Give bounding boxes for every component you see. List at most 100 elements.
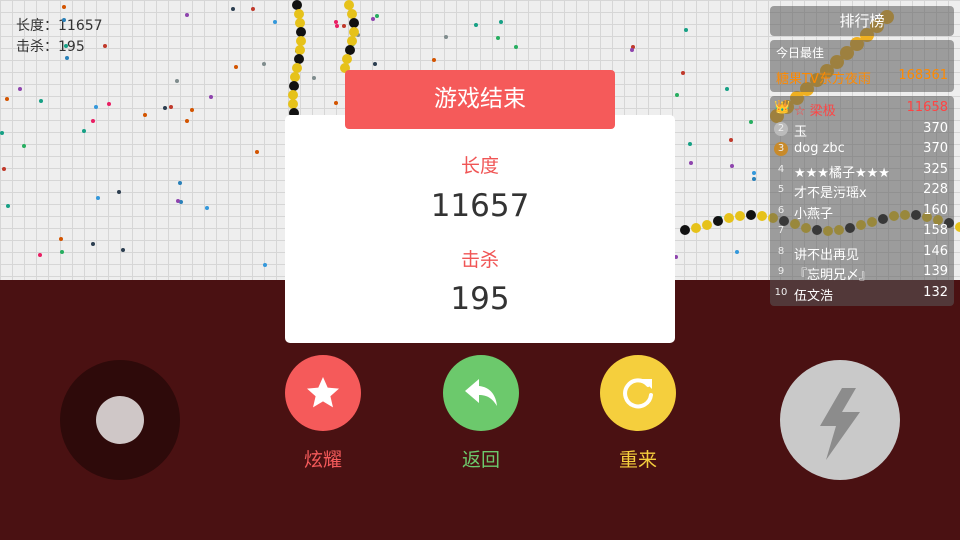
food-pellet [121,248,125,252]
player-name: dog zbc [794,141,845,156]
player-score: 146 [923,243,948,259]
player-score: 228 [923,182,948,197]
reply-arrow-icon [465,379,497,406]
share-label[interactable]: 炫耀 [273,445,373,472]
food-pellet [0,131,4,135]
food-pellet [444,35,448,39]
food-pellet [176,199,180,203]
game-over-panel: 长度 11657 击杀 195 [285,115,675,343]
food-pellet [689,161,693,165]
food-pellet [6,204,10,208]
food-pellet [681,71,685,75]
food-pellet [65,56,69,60]
food-pellet [334,101,338,105]
food-pellet [60,250,64,254]
lightning-icon [820,388,860,460]
leaderboard-list: 👑 ☆ 梁极 11658 2 玉 370 3 dog zbc 370 4 ★★★橘子★★★ 325 5 才… [770,96,954,306]
length-label: 长度 [460,155,499,177]
food-pellet [96,196,100,200]
joystick-knob[interactable] [96,396,144,444]
length-value: 11657 [430,188,530,224]
snake-segment [955,221,960,232]
food-pellet [752,177,756,181]
player-score: 370 [923,120,948,136]
kills-label: 击杀 [460,249,499,271]
player-name: 伍文浩 [794,288,834,304]
food-pellet [39,99,43,103]
snake-segment [757,210,767,221]
restart-label[interactable]: 重来 [588,445,688,472]
food-pellet [18,87,22,91]
food-pellet [190,108,194,112]
share-button[interactable] [285,355,361,431]
snake-segment [702,219,712,230]
player-name: 『忘明兄〆』 [794,268,873,283]
player-name: 玉 [794,124,808,140]
rank-badge: 4 [777,163,785,175]
food-pellet [334,20,338,24]
food-pellet [499,20,503,24]
food-pellet [91,119,95,123]
food-pellet [175,79,179,83]
food-pellet [64,44,68,48]
snake-segment [746,210,756,220]
food-pellet [474,23,478,27]
food-pellet [312,76,316,80]
food-pellet [273,20,277,24]
food-pellet [22,144,26,148]
food-pellet [103,44,107,48]
leaderboard-row: 8 讲不出再见 146 [770,242,954,263]
leaderboard-row: 10 伍文浩 132 [770,283,954,304]
food-pellet [185,119,189,123]
food-pellet [209,95,213,99]
player-score: 370 [923,141,948,156]
snake-segment [724,212,734,223]
player-score: 160 [923,202,948,218]
rank-badge: 7 [777,225,785,236]
food-pellet [675,93,679,97]
food-pellet [251,7,255,11]
player-score: 11658 [906,100,948,115]
joystick[interactable] [60,360,180,480]
leaderboard-row: 4 ★★★橘子★★★ 325 [770,160,954,181]
leaderboard-row: 3 dog zbc 370 [770,139,954,160]
food-pellet [82,129,86,133]
food-pellet [730,164,734,168]
food-pellet [117,190,121,194]
food-pellet [94,105,98,109]
restart-button[interactable] [600,355,676,431]
food-pellet [688,142,692,146]
player-score: 132 [923,284,948,300]
food-pellet [231,7,235,11]
rank-badge: 👑 [774,100,791,115]
food-pellet [335,24,339,28]
food-pellet [5,97,9,101]
rank-badge: 3 [774,142,788,156]
back-label[interactable]: 返回 [431,445,531,472]
snake-segment [691,222,701,233]
boost-button[interactable] [780,360,900,480]
food-pellet [684,28,688,32]
food-pellet [375,14,379,18]
leaderboard-row: 5 才不是污瑶x 228 [770,180,954,201]
today-best-panel: 今日最佳 糖果TV东方夜雨 168361 [770,40,954,92]
player-name: 才不是污瑶x [794,186,867,201]
leaderboard-row: 👑 ☆ 梁极 11658 [770,98,954,119]
food-pellet [255,150,259,154]
player-score: 158 [923,223,948,238]
leaderboard-row: 7 158 [770,221,954,242]
player-score: 139 [923,264,948,279]
food-pellet [185,13,189,17]
food-pellet [729,138,733,142]
snake-segment [713,216,723,227]
back-button[interactable] [443,355,519,431]
food-pellet [735,250,739,254]
food-pellet [373,62,377,66]
refresh-icon [623,378,653,409]
hud-length: 长度：11657 [16,18,103,34]
food-pellet [262,62,266,66]
food-pellet [163,106,167,110]
food-pellet [62,18,66,22]
snake-segment [680,225,690,236]
rank-badge: 6 [777,204,785,216]
